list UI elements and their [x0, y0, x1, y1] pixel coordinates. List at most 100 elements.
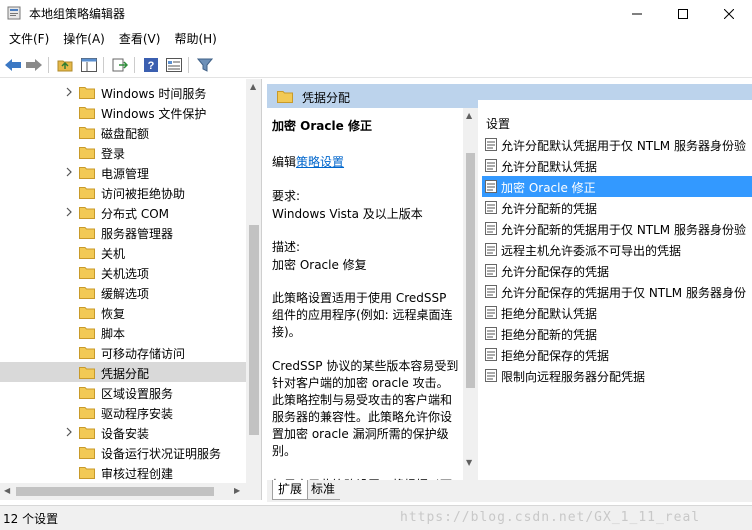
scroll-left-arrow-icon[interactable]: ◀ — [4, 486, 10, 495]
tree-item[interactable]: 设备运行状况证明服务 — [0, 442, 246, 462]
tree-item-label: 恢复 — [101, 307, 126, 321]
tree-item[interactable]: 分布式 COM — [0, 202, 246, 222]
maximize-button[interactable] — [660, 0, 706, 27]
requirements-label: 要求: — [272, 189, 301, 203]
tree-item[interactable]: 磁盘配额 — [0, 122, 246, 142]
setting-row[interactable]: 允许分配默认凭据 — [482, 155, 752, 176]
settings-column-header[interactable]: 设置 — [486, 115, 510, 132]
menu-action[interactable]: 操作(A) — [56, 29, 112, 49]
setting-row[interactable]: 允许分配保存的凭据 — [482, 260, 752, 281]
tree-item[interactable]: 恢复 — [0, 302, 246, 322]
toolbar-separator — [48, 57, 49, 73]
settings-list: 设置 允许分配默认凭据用于仅 NTLM 服务器身份验允许分配默认凭据加密 Ora… — [478, 100, 752, 480]
tree-item[interactable]: 驱动程序安装 — [0, 402, 246, 422]
tree-item[interactable]: 审核过程创建 — [0, 462, 246, 482]
setting-row[interactable]: 允许分配新的凭据用于仅 NTLM 服务器身份验 — [482, 218, 752, 239]
tree-item[interactable]: 区域设置服务 — [0, 382, 246, 402]
tree-item[interactable]: 服务器管理器 — [0, 222, 246, 242]
tree-item[interactable]: 可移动存储访问 — [0, 342, 246, 362]
setting-label: 拒绝分配新的凭据 — [501, 328, 598, 342]
setting-row[interactable]: 限制向远程服务器分配凭据 — [482, 365, 752, 386]
setting-row[interactable]: 拒绝分配默认凭据 — [482, 302, 752, 323]
show-hide-tree-icon — [81, 58, 97, 72]
tab-extended[interactable]: 扩展 — [272, 480, 309, 500]
setting-row[interactable]: 远程主机允许委派不可导出的凭据 — [482, 239, 752, 260]
tree-horizontal-scrollbar[interactable]: ◀ ▶ — [0, 483, 262, 500]
minimize-button[interactable] — [614, 0, 660, 27]
tree-item[interactable]: 登录 — [0, 142, 246, 162]
tree-item-label: 设备运行状况证明服务 — [101, 447, 222, 461]
tree-item-label: 驱动程序安装 — [101, 407, 174, 421]
policy-setting-icon — [485, 327, 497, 340]
tree-item[interactable]: 关机 — [0, 242, 246, 262]
menu-help[interactable]: 帮助(H) — [167, 29, 223, 49]
description-line: 服务器的兼容性。此策略允许你设 — [272, 410, 453, 424]
scrollbar-thumb[interactable] — [466, 153, 475, 388]
setting-label: 拒绝分配默认凭据 — [501, 307, 598, 321]
tree-item[interactable]: Windows 文件保护 — [0, 102, 246, 122]
forward-button[interactable] — [24, 55, 44, 75]
chevron-right-icon[interactable] — [64, 206, 74, 218]
scrollbar-thumb[interactable] — [249, 225, 259, 435]
tree-item[interactable]: 访问被拒绝协助 — [0, 182, 246, 202]
scrollbar-thumb[interactable] — [16, 487, 214, 496]
folder-icon — [79, 347, 95, 359]
back-button[interactable] — [3, 55, 23, 75]
close-button[interactable] — [706, 0, 752, 27]
help-button[interactable]: ? — [141, 55, 161, 75]
scroll-up-arrow-icon[interactable]: ▲ — [250, 82, 256, 91]
tree-item[interactable]: 缓解选项 — [0, 282, 246, 302]
setting-label: 加密 Oracle 修正 — [501, 181, 596, 195]
setting-row[interactable]: 允许分配保存的凭据用于仅 NTLM 服务器身份 — [482, 281, 752, 302]
setting-row[interactable]: 允许分配默认凭据用于仅 NTLM 服务器身份验 — [482, 134, 752, 155]
setting-row[interactable]: 加密 Oracle 修正 — [482, 176, 752, 197]
status-bar: 12 个设置 https://blog.csdn.net/GX_1_11_rea… — [0, 505, 752, 530]
forward-icon — [26, 59, 42, 71]
tree-item[interactable]: 关机选项 — [0, 262, 246, 282]
description-pane: 加密 Oracle 修正 编辑策略设置 要求: Windows Vista 及以… — [267, 108, 463, 480]
show-hide-tree-button[interactable] — [79, 55, 99, 75]
scroll-down-arrow-icon[interactable]: ▼ — [466, 458, 472, 467]
tab-standard[interactable]: 标准 — [306, 480, 341, 500]
policy-setting-icon — [485, 159, 497, 172]
setting-row[interactable]: 拒绝分配新的凭据 — [482, 323, 752, 344]
tree-item-label: 登录 — [101, 147, 126, 161]
folder-icon — [79, 287, 95, 299]
setting-label: 允许分配保存的凭据 — [501, 265, 610, 279]
edit-prefix: 编辑 — [272, 155, 297, 169]
scroll-right-arrow-icon[interactable]: ▶ — [234, 486, 240, 495]
up-folder-button[interactable] — [55, 55, 75, 75]
tree-item-label: 访问被拒绝协助 — [101, 187, 186, 201]
setting-row[interactable]: 拒绝分配保存的凭据 — [482, 344, 752, 365]
edit-policy-link[interactable]: 策略设置 — [296, 155, 344, 169]
window-title: 本地组策略编辑器 — [29, 7, 126, 21]
menu-bar: 文件(F) 操作(A) 查看(V) 帮助(H) — [0, 29, 752, 49]
tree-item-label: 脚本 — [101, 327, 126, 341]
setting-row[interactable]: 允许分配新的凭据 — [482, 197, 752, 218]
setting-label: 允许分配保存的凭据用于仅 NTLM 服务器身份 — [501, 286, 746, 300]
menu-view[interactable]: 查看(V) — [112, 29, 168, 49]
filter-button[interactable] — [195, 55, 215, 75]
properties-icon — [166, 58, 182, 72]
tree-item[interactable]: 设备安装 — [0, 422, 246, 442]
tree-item[interactable]: 凭据分配 — [0, 362, 246, 382]
tree-item-label: 缓解选项 — [101, 287, 150, 301]
menu-file[interactable]: 文件(F) — [0, 29, 56, 49]
chevron-right-icon[interactable] — [64, 166, 74, 178]
setting-label: 允许分配默认凭据用于仅 NTLM 服务器身份验 — [501, 139, 746, 153]
chevron-right-icon[interactable] — [64, 426, 74, 438]
tree-item[interactable]: 电源管理 — [0, 162, 246, 182]
back-icon — [5, 59, 21, 71]
chevron-right-icon[interactable] — [64, 86, 74, 98]
description-scrollbar[interactable]: ▲ ▼ — [463, 108, 478, 480]
tree-item[interactable]: 脚本 — [0, 322, 246, 342]
properties-button[interactable] — [164, 55, 184, 75]
scroll-up-arrow-icon[interactable]: ▲ — [466, 111, 472, 120]
close-icon — [724, 8, 734, 19]
tree-item-label: 设备安装 — [101, 427, 150, 441]
tree-vertical-scrollbar[interactable]: ▲ — [246, 79, 261, 483]
details-header-title: 凭据分配 — [302, 91, 351, 105]
tree-item[interactable]: Windows 时间服务 — [0, 82, 246, 102]
export-list-button[interactable] — [110, 55, 130, 75]
folder-icon — [79, 267, 95, 279]
